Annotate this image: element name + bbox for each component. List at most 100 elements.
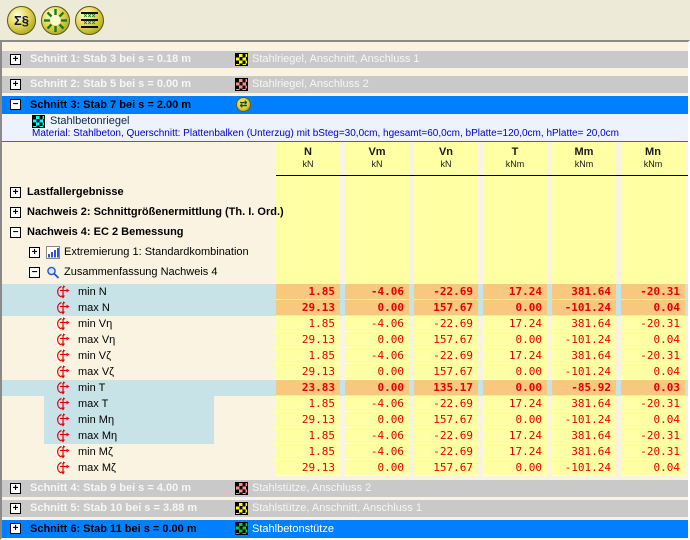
table-lines-icon: ××× ××× — [81, 12, 98, 28]
section-schnitt-1[interactable]: + Schnitt 1: Stab 3 bei s = 0.18 m Stahl… — [2, 51, 688, 68]
tree-item[interactable]: + Extremierung 1: Standardkombination — [2, 242, 688, 262]
section-description: Stahlriegel, Anschluss 2 — [252, 76, 369, 93]
value-cell: 17.24 — [483, 444, 547, 460]
tree-item-label: Nachweis 4: EC 2 Bemessung — [27, 226, 184, 238]
member-label: Stahlbetonriegel — [50, 114, 130, 129]
tree-item-label: Lastfallergebnisse — [27, 186, 124, 198]
column-unit: kNm — [483, 159, 547, 169]
value-cell: 0.00 — [345, 380, 409, 396]
value-cell: -101.24 — [552, 364, 616, 380]
value-cell: -4.06 — [345, 348, 409, 364]
expand-icon[interactable]: + — [10, 54, 21, 65]
expand-icon[interactable]: + — [10, 483, 21, 494]
column-symbol: T — [483, 146, 547, 158]
table-report-button[interactable]: ××× ××× — [75, 6, 104, 35]
row-label: max Vη — [78, 332, 115, 348]
section-schnitt-3-selected[interactable]: − Schnitt 3: Stab 7 bei s = 2.00 m ⇄ — [2, 96, 688, 114]
section-schnitt-2[interactable]: + Schnitt 2: Stab 5 bei s = 0.00 m Stahl… — [2, 76, 688, 93]
expand-icon[interactable]: + — [29, 247, 40, 258]
expand-icon[interactable]: + — [10, 79, 21, 90]
section-schnitt-4[interactable]: + Schnitt 4: Stab 9 bei s = 4.00 m Stahl… — [2, 480, 688, 497]
result-row[interactable]: min Mη29.130.00157.670.00-101.240.04 — [2, 412, 688, 428]
row-label: min Mη — [78, 412, 114, 428]
column-header: MnkNm — [621, 142, 685, 169]
value-cell: 0.04 — [621, 412, 685, 428]
material-line: Material: Stahlbeton, Querschnitt: Platt… — [32, 128, 619, 140]
value-cell: 381.64 — [552, 348, 616, 364]
nachweis-tree: + Lastfallergebnisse + Nachweis 2: Schnittg… — [2, 176, 688, 284]
value-cell: -22.69 — [414, 348, 478, 364]
value-cell: -85.92 — [552, 380, 616, 396]
result-row[interactable]: max T1.85-4.06-22.6917.24381.64-20.31 — [2, 396, 688, 412]
cross-section-checker-icon — [235, 482, 248, 495]
tree-item[interactable]: + Lastfallergebnisse — [2, 182, 688, 202]
tree-item[interactable]: + Nachweis 2: Schnittgrößenermittlung (Th… — [2, 202, 688, 222]
expand-icon[interactable]: + — [10, 187, 21, 198]
extreme-value-rows: min N1.85-4.06-22.6917.24381.64-20.31 ma… — [2, 284, 688, 476]
result-row[interactable]: min Vη1.85-4.06-22.6917.24381.64-20.31 — [2, 316, 688, 332]
value-cell: 1.85 — [276, 396, 340, 412]
value-cell: 0.04 — [621, 332, 685, 348]
value-cell: -22.69 — [414, 284, 478, 300]
section-schnitt-5[interactable]: + Schnitt 5: Stab 10 bei s = 3.88 m Stah… — [2, 500, 688, 517]
value-cell: 157.67 — [414, 332, 478, 348]
value-cell: 23.83 — [276, 380, 340, 396]
local-axes-icon — [56, 381, 70, 395]
section-schnitt-6-selected[interactable]: + Schnitt 6: Stab 11 bei s = 0.00 m Stah… — [2, 520, 688, 538]
value-cell: -20.31 — [621, 396, 685, 412]
column-header: NkN — [276, 142, 340, 169]
expand-icon[interactable]: + — [10, 503, 21, 514]
result-row[interactable]: max N29.130.00157.670.00-101.240.04 — [2, 300, 688, 316]
starburst-icon — [43, 8, 68, 33]
value-cell: -101.24 — [552, 412, 616, 428]
column-unit: kNm — [552, 159, 616, 169]
result-row[interactable]: min T23.830.00135.170.00-85.920.03 — [2, 380, 688, 396]
result-row[interactable]: min Mζ1.85-4.06-22.6917.24381.64-20.31 — [2, 444, 688, 460]
value-cell: 0.00 — [345, 300, 409, 316]
tree-item-label: Nachweis 2: Schnittgrößenermittlung (Th.… — [27, 206, 284, 218]
expand-icon[interactable]: − — [29, 267, 40, 278]
result-row[interactable]: max Vζ29.130.00157.670.00-101.240.04 — [2, 364, 688, 380]
value-cell: 1.85 — [276, 348, 340, 364]
expand-icon[interactable]: + — [10, 207, 21, 218]
value-cell: 381.64 — [552, 428, 616, 444]
local-axes-icon — [56, 429, 70, 443]
result-row[interactable]: min N1.85-4.06-22.6917.24381.64-20.31 — [2, 284, 688, 300]
result-row[interactable]: min Vζ1.85-4.06-22.6917.24381.64-20.31 — [2, 348, 688, 364]
column-header: VnkN — [414, 142, 478, 169]
value-cell: -101.24 — [552, 332, 616, 348]
collapse-icon[interactable]: − — [10, 99, 21, 110]
value-cell: -101.24 — [552, 460, 616, 476]
section-title: Schnitt 2: Stab 5 bei s = 0.00 m — [30, 76, 191, 93]
tree-item-label: Extremierung 1: Standardkombination — [64, 246, 249, 258]
tree-item[interactable]: −Nachweis 4: EC 2 Bemessung — [2, 222, 688, 242]
cross-section-checker-icon — [235, 53, 248, 66]
column-symbol: Vn — [414, 146, 478, 158]
expand-icon[interactable]: + — [10, 523, 21, 534]
row-label: min Mζ — [78, 444, 113, 460]
result-row[interactable]: max Vη29.130.00157.670.00-101.240.04 — [2, 332, 688, 348]
local-axes-icon — [56, 413, 70, 427]
sum-report-button[interactable]: Σ§ — [7, 6, 36, 35]
value-cell: 29.13 — [276, 332, 340, 348]
value-cell: 17.24 — [483, 428, 547, 444]
tree-item[interactable]: − Zusammenfassung Nachweis 4 — [2, 262, 688, 282]
expand-icon[interactable]: − — [10, 227, 21, 238]
row-label: min T — [78, 380, 105, 396]
value-cell: 0.00 — [483, 460, 547, 476]
result-row[interactable]: max Mζ29.130.00157.670.00-101.240.04 — [2, 460, 688, 476]
value-cell: 0.00 — [345, 332, 409, 348]
local-axes-icon — [56, 301, 70, 315]
value-cell: 381.64 — [552, 444, 616, 460]
section-title: Schnitt 6: Stab 11 bei s = 0.00 m — [30, 520, 197, 538]
section-title: Schnitt 5: Stab 10 bei s = 3.88 m — [30, 500, 197, 517]
result-row[interactable]: max Mη1.85-4.06-22.6917.24381.64-20.31 — [2, 428, 688, 444]
value-cell: -4.06 — [345, 284, 409, 300]
column-header: TkNm — [483, 142, 547, 169]
value-cell: 1.85 — [276, 316, 340, 332]
value-cell: 381.64 — [552, 316, 616, 332]
row-label: min Vη — [78, 316, 112, 332]
highlight-button[interactable] — [41, 6, 70, 35]
local-axes-icon — [56, 365, 70, 379]
local-axes-icon — [56, 461, 70, 475]
